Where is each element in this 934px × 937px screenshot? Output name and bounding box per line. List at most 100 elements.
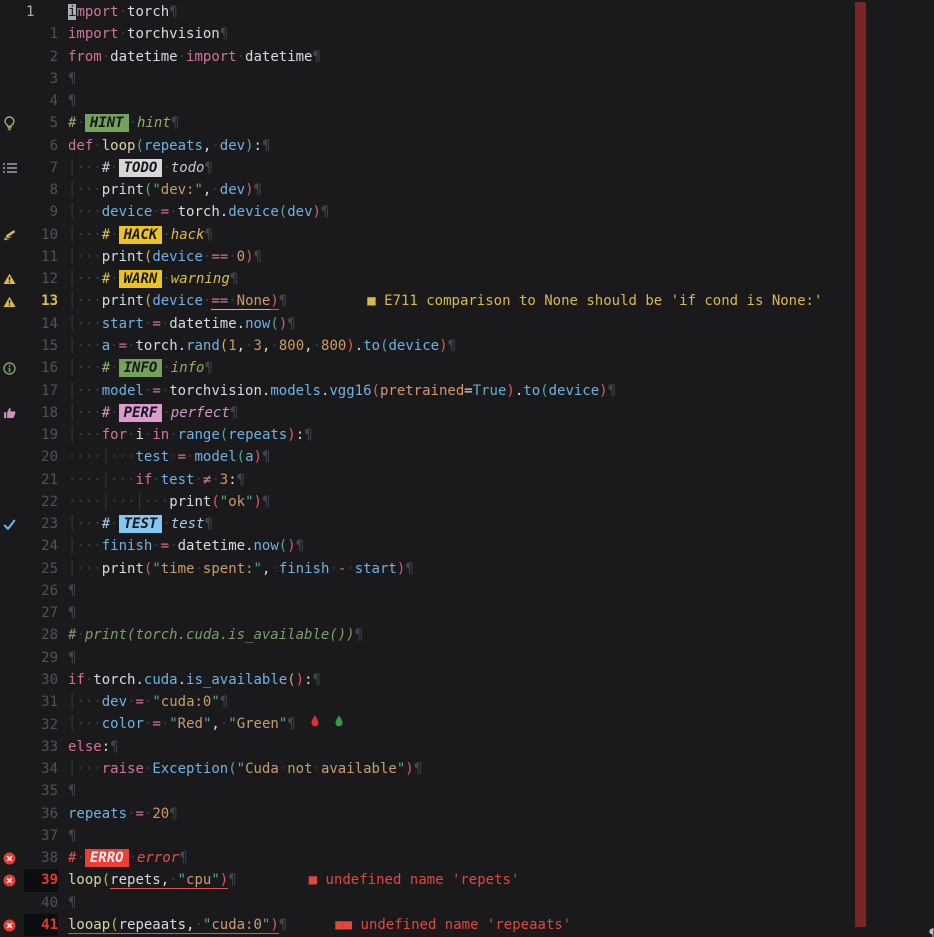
code-text: │···print("time·spent:",·finish·-·start)…	[58, 558, 414, 580]
code-line[interactable]: 38#·ERRO·error¶	[0, 847, 934, 869]
eol-pilcrow: ¶	[448, 338, 456, 354]
line-number: 21	[24, 469, 58, 491]
code-line[interactable]: 40¶	[0, 892, 934, 914]
code-line[interactable]: 28#·print(torch.cuda.is_available())¶	[0, 624, 934, 646]
code-line[interactable]: 18│···#·PERF·perfect¶	[0, 402, 934, 424]
code-line[interactable]: 1import·torch¶	[0, 1, 934, 23]
code-line[interactable]: 14│···start·=·datetime.now()¶	[0, 313, 934, 335]
code-text: ¶	[58, 602, 76, 624]
code-text: ¶	[58, 892, 76, 914]
line-number: 34	[24, 758, 58, 780]
gutter-cell	[0, 201, 24, 223]
line-number: 4	[24, 90, 58, 112]
code-line[interactable]: 8│···print("dev:",·dev)¶	[0, 179, 934, 201]
gutter-cell	[0, 380, 24, 402]
gutter-cell	[0, 469, 24, 491]
pen-icon	[0, 224, 24, 246]
scrollbar[interactable]	[855, 2, 866, 927]
code-text: │···#·TODO·todo¶	[58, 157, 213, 179]
gutter-cell	[0, 68, 24, 90]
code-text: │···model·=·torchvision.models.vgg16(pre…	[58, 380, 616, 402]
code-text: │···a·=·torch.rand(1,·3,·800,·800).to(de…	[58, 335, 456, 357]
code-line[interactable]: 6def·loop(repeats,·dev):¶	[0, 135, 934, 157]
gutter-cell	[0, 892, 24, 914]
code-text: │···finish·=·datetime.now()¶	[58, 535, 304, 557]
eol-pilcrow: ¶	[321, 204, 329, 220]
line-number: 3	[24, 68, 58, 90]
code-line[interactable]: 3¶	[0, 68, 934, 90]
line-number: 31	[24, 691, 58, 713]
code-text: else:¶	[58, 736, 119, 758]
check-icon	[0, 513, 24, 535]
gutter-cell	[0, 424, 24, 446]
code-line[interactable]: 33else:¶	[0, 736, 934, 758]
code-line[interactable]: 1import·torchvision¶	[0, 23, 934, 45]
eol-pilcrow: ¶	[312, 49, 320, 65]
code-line[interactable]: 10│···#·HACK·hack¶	[0, 224, 934, 246]
code-line[interactable]: 37¶	[0, 825, 934, 847]
code-line[interactable]: 7│···#·TODO·todo¶	[0, 157, 934, 179]
code-text: #·print(torch.cuda.is_available())¶	[58, 624, 363, 646]
eol-pilcrow: ¶	[313, 672, 321, 688]
line-number: 40	[24, 892, 58, 914]
eol-pilcrow: ¶	[254, 182, 262, 198]
code-line[interactable]: 13│···print(device·==·None)¶■ E711 compa…	[0, 290, 934, 312]
line-number: 17	[24, 380, 58, 402]
code-text: │···#·PERF·perfect¶	[58, 402, 238, 424]
code-text: │···#·TEST·test¶	[58, 513, 213, 535]
code-line[interactable]: 20····│···test·=·model(a)¶	[0, 446, 934, 468]
code-line[interactable]: 26¶	[0, 580, 934, 602]
code-line[interactable]: 21····│···if·test·≠·3:¶	[0, 469, 934, 491]
code-line[interactable]: 41looap(repeaats,·"cuda:0")¶■■ undefined…	[0, 914, 934, 936]
info-icon	[0, 357, 24, 379]
code-text: │···dev·=·"cuda:0"¶	[58, 691, 228, 713]
code-text: ¶	[58, 68, 76, 90]
code-line[interactable]: 35¶	[0, 780, 934, 802]
eol-pilcrow: ¶	[179, 850, 187, 866]
line-number: 41	[24, 914, 58, 936]
code-text: │···print("dev:",·dev)¶	[58, 179, 262, 201]
code-line[interactable]: 27¶	[0, 602, 934, 624]
code-line[interactable]: 23│···#·TEST·test¶	[0, 513, 934, 535]
code-line[interactable]: 29¶	[0, 647, 934, 669]
line-number: 2	[24, 46, 58, 68]
code-line[interactable]: 32│···color·=·"Red",·"Green"¶	[0, 714, 934, 736]
code-line[interactable]: 34│···raise·Exception("Cuda·not·availabl…	[0, 758, 934, 780]
code-line[interactable]: 16│···#·INFO·info¶	[0, 357, 934, 379]
code-line[interactable]: 30if·torch.cuda.is_available():¶	[0, 669, 934, 691]
code-line[interactable]: 36repeats·=·20¶	[0, 803, 934, 825]
code-line[interactable]: 24│···finish·=·datetime.now()¶	[0, 535, 934, 557]
code-line[interactable]: 15│···a·=·torch.rand(1,·3,·800,·800).to(…	[0, 335, 934, 357]
code-text: ¶	[58, 647, 76, 669]
code-line[interactable]: 2from·datetime·import·datetime¶	[0, 46, 934, 68]
code-line[interactable]: 9│···device·=·torch.device(dev)¶	[0, 201, 934, 223]
eol-pilcrow: ¶	[169, 806, 177, 822]
line-number: 28	[24, 624, 58, 646]
code-line[interactable]: 25│···print("time·spent:",·finish·-·star…	[0, 558, 934, 580]
code-line[interactable]: 17│···model·=·torchvision.models.vgg16(p…	[0, 380, 934, 402]
code-editor: 1import·torch¶1import·torchvision¶2from·…	[0, 0, 934, 937]
eol-pilcrow: ¶	[287, 316, 295, 332]
code-line[interactable]: 12│···#·WARN·warning¶	[0, 268, 934, 290]
gutter-cell	[0, 1, 24, 23]
code-line[interactable]: 4¶	[0, 90, 934, 112]
eol-pilcrow: ¶	[230, 271, 238, 287]
code-line[interactable]: 19│···for·i·in·range(repeats):¶	[0, 424, 934, 446]
code-line[interactable]: 39loop(repets,·"cpu")¶■ undefined name '…	[0, 869, 934, 891]
code-text: ¶	[58, 90, 76, 112]
warn-icon	[0, 290, 24, 312]
eol-pilcrow: ¶	[405, 561, 413, 577]
eol-pilcrow: ¶	[68, 605, 76, 621]
eol-pilcrow: ¶	[254, 249, 262, 265]
eol-pilcrow: ¶	[220, 694, 228, 710]
code-line[interactable]: 31│···dev·=·"cuda:0"¶	[0, 691, 934, 713]
line-number: 5	[24, 112, 58, 134]
line-number: 7	[24, 157, 58, 179]
code-line[interactable]: 11│···print(device·==·0)¶	[0, 246, 934, 268]
line-number: 29	[24, 647, 58, 669]
thumb-icon	[0, 402, 24, 424]
code-text: ····│···│···print("ok")¶	[58, 491, 270, 513]
line-number: 16	[24, 357, 58, 379]
code-line[interactable]: 22····│···│···print("ok")¶	[0, 491, 934, 513]
code-line[interactable]: 5#·HINT·hint¶	[0, 112, 934, 134]
